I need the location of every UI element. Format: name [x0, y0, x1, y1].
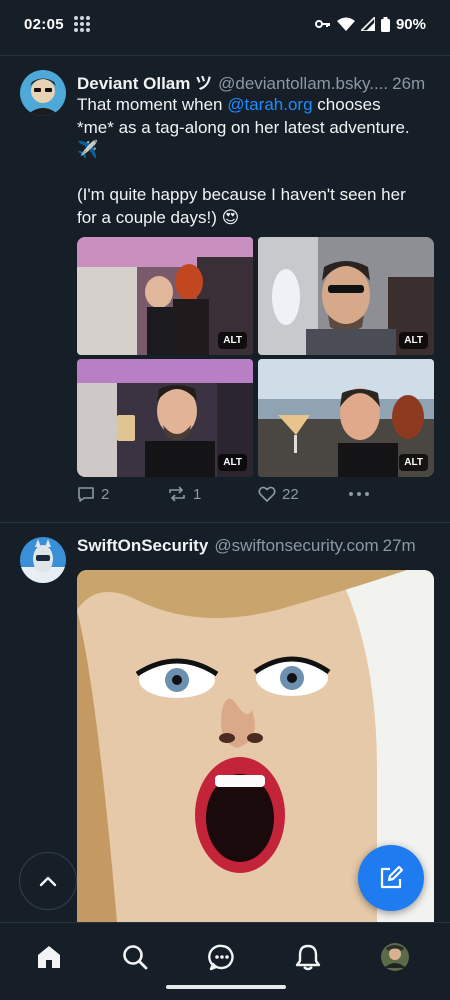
post-header: SwiftOnSecurity @swiftonsecurity.com 27m	[77, 536, 434, 560]
mention-link[interactable]: @tarah.org	[227, 95, 312, 114]
nav-profile[interactable]	[375, 937, 415, 977]
timestamp[interactable]: 26m	[392, 74, 425, 93]
compose-pencil-icon	[380, 865, 404, 889]
bell-icon	[295, 944, 321, 971]
reply-count: 2	[101, 485, 110, 503]
scroll-to-top-button[interactable]	[19, 852, 77, 910]
compose-button[interactable]	[358, 845, 424, 911]
post-image[interactable]: ALT	[77, 237, 253, 355]
key-icon	[314, 20, 330, 28]
timestamp[interactable]: 27m	[383, 536, 416, 556]
post-text-line: *me* as a tag-along on her latest advent…	[77, 117, 410, 137]
notification-dots-icon	[73, 16, 90, 32]
top-divider	[0, 55, 450, 56]
reply-button[interactable]: 2	[77, 485, 109, 503]
search-icon	[123, 945, 148, 970]
post-text-line: for a couple days!) 😍	[77, 207, 240, 227]
battery-percent: 90%	[395, 15, 426, 33]
avatar[interactable]	[20, 70, 66, 116]
like-button[interactable]: 22	[258, 485, 299, 503]
alt-badge[interactable]: ALT	[218, 454, 247, 471]
post-image[interactable]: ALT	[258, 237, 434, 355]
heart-icon	[258, 486, 276, 502]
chat-icon	[208, 944, 234, 971]
profile-avatar	[381, 943, 409, 971]
speech-bubble-icon	[78, 487, 94, 502]
post-text: That moment when @tarah.org chooses *me*…	[77, 94, 437, 229]
image-grid: ALT ALT ALT ALT	[77, 237, 434, 477]
post-image[interactable]: ALT	[77, 359, 253, 477]
display-name[interactable]: SwiftOnSecurity	[77, 536, 208, 556]
repost-button[interactable]: 1	[167, 485, 201, 503]
nav-notifications[interactable]	[288, 937, 328, 977]
nav-home[interactable]	[29, 937, 69, 977]
ellipsis-icon	[349, 492, 369, 496]
avatar[interactable]	[20, 537, 66, 583]
post-header: Deviant Ollam ツ @deviantollam.bsky.... 2…	[77, 69, 434, 93]
post-image[interactable]: ALT	[258, 359, 434, 477]
signal-icon	[360, 17, 375, 31]
handle[interactable]: @swiftonsecurity.com	[214, 536, 378, 556]
post-text-line: (I'm quite happy because I haven't seen …	[77, 185, 406, 204]
alt-badge[interactable]: ALT	[399, 332, 428, 349]
wifi-icon	[336, 17, 355, 31]
chevron-up-icon	[39, 876, 57, 887]
home-indicator[interactable]	[166, 985, 286, 989]
nav-search[interactable]	[115, 937, 155, 977]
alt-badge[interactable]: ALT	[399, 454, 428, 471]
nav-chat[interactable]	[202, 937, 242, 977]
repost-count: 1	[193, 485, 202, 503]
airplane-emoji: ✈️	[77, 140, 99, 159]
post-text-line: That moment when	[77, 95, 228, 114]
status-time: 02:05	[24, 15, 64, 33]
battery-icon	[380, 16, 390, 32]
post-divider	[0, 522, 450, 523]
like-count: 22	[282, 485, 299, 503]
status-bar: 02:05 90%	[0, 0, 450, 48]
alt-badge[interactable]: ALT	[218, 332, 247, 349]
handle[interactable]: @deviantollam.bsky....	[218, 74, 388, 93]
post-actions: 2 1 22	[77, 485, 397, 511]
more-options-button[interactable]	[348, 485, 370, 503]
status-right: 90%	[314, 15, 426, 33]
repost-arrows-icon	[169, 486, 185, 502]
display-name[interactable]: Deviant Ollam ツ	[77, 69, 212, 93]
post-text-line: chooses	[312, 95, 381, 114]
home-icon	[38, 946, 60, 968]
